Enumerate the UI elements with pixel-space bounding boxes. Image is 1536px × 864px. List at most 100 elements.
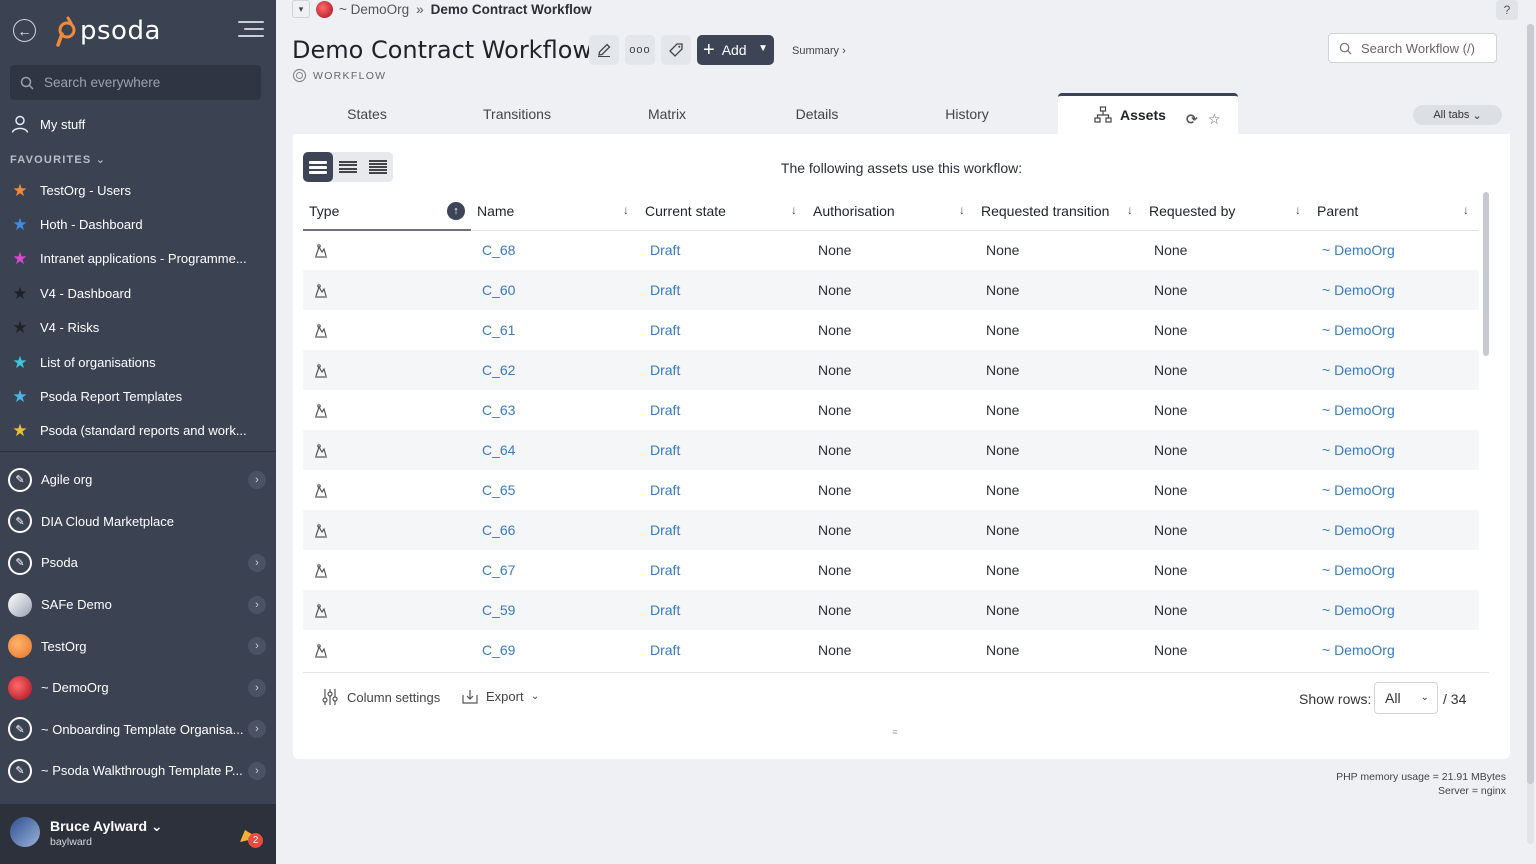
name-link[interactable]: C_68: [482, 242, 515, 258]
my-stuff-link[interactable]: My stuff: [10, 114, 85, 134]
state-link[interactable]: Draft: [650, 482, 680, 498]
organisation-item[interactable]: ✎ ~ Psoda Walkthrough Template P... ›: [8, 750, 268, 792]
name-link[interactable]: C_67: [482, 562, 515, 578]
table-row[interactable]: C_67 Draft None None None ~ DemoOrg: [303, 550, 1479, 590]
favourite-item[interactable]: ★ Hoth - Dashboard: [10, 207, 266, 241]
table-row[interactable]: C_60 Draft None None None ~ DemoOrg: [303, 270, 1479, 310]
state-link[interactable]: Draft: [650, 242, 680, 258]
organisation-item[interactable]: ✎ Agile org ›: [8, 459, 268, 501]
table-row[interactable]: C_64 Draft None None None ~ DemoOrg: [303, 430, 1479, 470]
help-button[interactable]: ?: [1496, 0, 1518, 20]
column-header[interactable]: Current state ↓: [639, 192, 807, 231]
column-header[interactable]: Requested by ↓: [1143, 192, 1311, 231]
summary-link[interactable]: Summary ›: [792, 45, 846, 57]
parent-link[interactable]: ~ DemoOrg: [1322, 602, 1395, 618]
parent-link[interactable]: ~ DemoOrg: [1322, 642, 1395, 658]
edit-button[interactable]: [589, 35, 619, 65]
back-button[interactable]: ←: [13, 19, 36, 42]
chevron-right-icon[interactable]: ›: [248, 595, 266, 614]
name-link[interactable]: C_63: [482, 402, 515, 418]
parent-link[interactable]: ~ DemoOrg: [1322, 482, 1395, 498]
table-scrollbar[interactable]: [1483, 192, 1489, 672]
name-link[interactable]: C_65: [482, 482, 515, 498]
state-link[interactable]: Draft: [650, 442, 680, 458]
table-row[interactable]: C_62 Draft None None None ~ DemoOrg: [303, 350, 1479, 390]
name-link[interactable]: C_61: [482, 322, 515, 338]
parent-link[interactable]: ~ DemoOrg: [1322, 442, 1395, 458]
breadcrumb-org-link[interactable]: ~ DemoOrg: [339, 2, 409, 17]
name-link[interactable]: C_62: [482, 362, 515, 378]
column-header[interactable]: Parent ↓: [1311, 192, 1479, 231]
parent-link[interactable]: ~ DemoOrg: [1322, 242, 1395, 258]
chevron-right-icon[interactable]: ›: [248, 553, 266, 572]
state-link[interactable]: Draft: [650, 562, 680, 578]
column-header[interactable]: Type ↑: [303, 192, 471, 231]
column-header[interactable]: Requested transition ↓: [975, 192, 1143, 231]
resize-handle-icon[interactable]: ≡: [889, 727, 901, 737]
parent-link[interactable]: ~ DemoOrg: [1322, 282, 1395, 298]
favourite-item[interactable]: ★ V4 - Risks: [10, 311, 266, 345]
table-row[interactable]: C_63 Draft None None None ~ DemoOrg: [303, 390, 1479, 430]
name-link[interactable]: C_69: [482, 642, 515, 658]
sort-icon[interactable]: ↓: [1463, 203, 1469, 217]
tab-transitions[interactable]: Transitions: [442, 93, 592, 134]
chevron-right-icon[interactable]: ›: [248, 470, 266, 489]
table-row[interactable]: C_61 Draft None None None ~ DemoOrg: [303, 310, 1479, 350]
favourite-item[interactable]: ★ Psoda Report Templates: [10, 379, 266, 413]
chevron-right-icon[interactable]: ›: [248, 678, 266, 697]
name-link[interactable]: C_59: [482, 602, 515, 618]
star-icon[interactable]: ☆: [1208, 111, 1221, 128]
name-link[interactable]: C_60: [482, 282, 515, 298]
favourite-item[interactable]: ★ TestOrg - Users: [10, 173, 266, 207]
refresh-icon[interactable]: ⟳: [1186, 111, 1198, 128]
table-row[interactable]: C_69 Draft None None None ~ DemoOrg: [303, 630, 1479, 670]
organisation-item[interactable]: ✎ DIA Cloud Marketplace: [8, 501, 268, 543]
state-link[interactable]: Draft: [650, 362, 680, 378]
column-header[interactable]: Authorisation ↓: [807, 192, 975, 231]
psoda-logo[interactable]: psoda: [52, 14, 161, 48]
state-link[interactable]: Draft: [650, 642, 680, 658]
favourites-title[interactable]: FAVOURITES ⌄: [10, 153, 106, 166]
tab-history[interactable]: History: [892, 93, 1042, 134]
collapse-menu-button[interactable]: [238, 21, 264, 41]
column-settings-button[interactable]: Column settings: [321, 688, 440, 706]
add-button[interactable]: + Add ▼: [697, 35, 774, 65]
column-header[interactable]: Name ↓: [471, 192, 639, 231]
tab-details[interactable]: Details: [742, 93, 892, 134]
table-row[interactable]: C_68 Draft None None None ~ DemoOrg: [303, 230, 1479, 270]
state-link[interactable]: Draft: [650, 282, 680, 298]
table-row[interactable]: C_65 Draft None None None ~ DemoOrg: [303, 470, 1479, 510]
organisation-item[interactable]: TestOrg ›: [8, 625, 268, 667]
sort-icon[interactable]: ↓: [1295, 203, 1301, 217]
name-link[interactable]: C_66: [482, 522, 515, 538]
organisation-item[interactable]: ✎ ~ Onboarding Template Organisa... ›: [8, 709, 268, 751]
state-link[interactable]: Draft: [650, 402, 680, 418]
chevron-right-icon[interactable]: ›: [248, 637, 266, 656]
state-link[interactable]: Draft: [650, 522, 680, 538]
parent-link[interactable]: ~ DemoOrg: [1322, 402, 1395, 418]
user-name[interactable]: Bruce Aylward ⌄: [50, 818, 163, 835]
favourite-item[interactable]: ★ Psoda (standard reports and work...: [10, 414, 266, 448]
page-scrollbar-thumb[interactable]: [1527, 24, 1534, 784]
export-button[interactable]: Export ⌄: [462, 688, 539, 704]
breadcrumb-dropdown-button[interactable]: ▾: [292, 0, 310, 18]
parent-link[interactable]: ~ DemoOrg: [1322, 562, 1395, 578]
state-link[interactable]: Draft: [650, 322, 680, 338]
parent-link[interactable]: ~ DemoOrg: [1322, 362, 1395, 378]
state-link[interactable]: Draft: [650, 602, 680, 618]
all-tabs-dropdown[interactable]: All tabs ⌄: [1413, 105, 1502, 125]
tag-button[interactable]: [661, 35, 691, 65]
favourite-item[interactable]: ★ Intranet applications - Programme...: [10, 242, 266, 276]
favourite-item[interactable]: ★ V4 - Dashboard: [10, 276, 266, 310]
name-link[interactable]: C_64: [482, 442, 515, 458]
table-row[interactable]: C_59 Draft None None None ~ DemoOrg: [303, 590, 1479, 630]
more-options-button[interactable]: ooo: [625, 35, 655, 65]
sort-icon[interactable]: ↓: [959, 203, 965, 217]
table-scrollbar-thumb[interactable]: [1483, 192, 1489, 356]
organisation-item[interactable]: SAFe Demo ›: [8, 584, 268, 626]
avatar[interactable]: [10, 817, 40, 847]
rows-per-page-select[interactable]: All ⌄: [1374, 682, 1438, 714]
sort-icon[interactable]: ↓: [1127, 203, 1133, 217]
global-search-input[interactable]: Search everywhere: [10, 65, 261, 100]
workflow-search-input[interactable]: Search Workflow (/): [1328, 33, 1497, 63]
